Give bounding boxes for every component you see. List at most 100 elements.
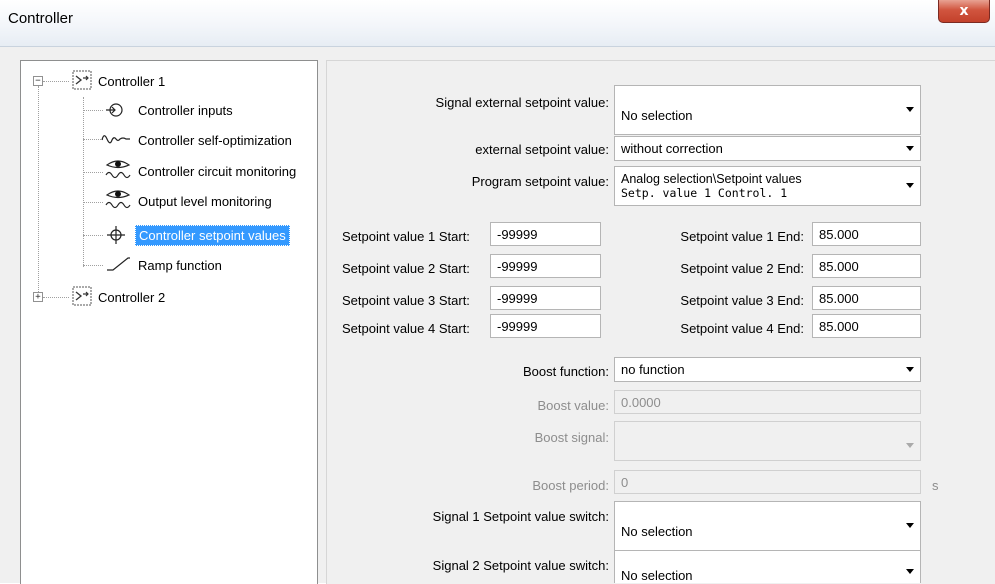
input-value: 0	[621, 474, 629, 490]
tree-item-circuit-monitoring[interactable]: Controller circuit monitoring	[135, 159, 299, 183]
select-value-line2: Setp. value 1 Control. 1	[621, 186, 788, 200]
boost-function-select[interactable]: no function	[614, 357, 921, 382]
title-bar: Controller x	[0, 0, 995, 47]
window-title: Controller	[8, 10, 74, 27]
input-value: -99999	[497, 318, 538, 334]
setpoint1-end-label: Setpoint value 1 End:	[680, 229, 804, 244]
chevron-down-icon	[906, 107, 914, 112]
signal1-setpoint-switch-label: Signal 1 Setpoint value switch:	[432, 509, 609, 524]
tree-connector	[83, 202, 103, 203]
tree-connector	[83, 235, 103, 236]
tree-connector	[43, 297, 69, 298]
boost-value-label: Boost value:	[537, 398, 609, 413]
setpoint2-start-input[interactable]: -99999	[490, 254, 601, 278]
chevron-down-icon	[906, 523, 914, 528]
tree-item-controller-inputs[interactable]: Controller inputs	[135, 98, 236, 122]
external-setpoint-label: external setpoint value:	[475, 142, 609, 157]
tree-item-ramp-function[interactable]: Ramp function	[135, 253, 225, 277]
collapse-controller1-toggle[interactable]: −	[33, 76, 43, 86]
boost-period-unit: s	[932, 478, 939, 493]
tree-connector	[83, 139, 103, 140]
input-value: -99999	[497, 258, 538, 274]
tree-item-controller1[interactable]: Controller 1	[95, 69, 168, 93]
input-value: 85.000	[819, 318, 859, 334]
setpoint2-start-label: Setpoint value 2 Start:	[342, 261, 470, 276]
tree-connector	[83, 110, 103, 111]
boost-value-input[interactable]: 0.0000	[614, 390, 921, 414]
select-value: No selection	[621, 523, 693, 539]
controller-icon	[72, 70, 92, 90]
boost-period-input[interactable]: 0	[614, 470, 921, 494]
select-value: no function	[621, 362, 685, 377]
tree-item-label: Controller inputs	[138, 102, 233, 118]
setpoint4-start-label: Setpoint value 4 Start:	[342, 321, 470, 336]
select-value-line1: Analog selection\Setpoint values	[621, 172, 802, 186]
setpoint3-end-input[interactable]: 85.000	[812, 286, 921, 310]
signal-external-setpoint-select[interactable]: No selection	[614, 85, 921, 135]
setpoint4-end-input[interactable]: 85.000	[812, 314, 921, 338]
signal2-setpoint-switch-label: Signal 2 Setpoint value switch:	[432, 558, 609, 573]
setpoint3-start-label: Setpoint value 3 Start:	[342, 293, 470, 308]
tree-item-label: Controller circuit monitoring	[138, 163, 297, 179]
boost-function-label: Boost function:	[523, 364, 609, 379]
program-setpoint-label: Program setpoint value:	[471, 174, 609, 189]
ramp-function-icon	[107, 257, 130, 271]
setpoint4-end-label: Setpoint value 4 End:	[680, 321, 804, 336]
setpoint3-start-input[interactable]: -99999	[490, 286, 601, 310]
chevron-down-icon	[906, 145, 914, 151]
signal1-setpoint-switch-select[interactable]: No selection	[614, 501, 921, 551]
tree-item-label: Ramp function	[138, 257, 222, 273]
controller-inputs-icon	[106, 103, 123, 117]
setpoint3-end-label: Setpoint value 3 End:	[680, 293, 804, 308]
tree-connector	[83, 97, 84, 267]
tree-item-label: Controller 2	[98, 289, 166, 305]
tree-item-label: Controller setpoint values	[135, 224, 290, 246]
self-optimization-icon	[101, 135, 130, 144]
setpoint1-start-label: Setpoint value 1 Start:	[342, 229, 470, 244]
tree-item-label: Controller self-optimization	[138, 132, 292, 148]
boost-signal-label: Boost signal:	[534, 430, 609, 445]
setpoint1-start-input[interactable]: -99999	[490, 222, 601, 246]
tree-item-setpoint-values[interactable]: Controller setpoint values	[135, 223, 290, 247]
tree-connector	[83, 265, 103, 266]
boost-signal-select[interactable]	[614, 421, 921, 461]
minus-icon: −	[35, 76, 41, 86]
input-value: -99999	[497, 226, 538, 242]
input-value: 85.000	[819, 258, 859, 274]
tree-connector	[43, 81, 69, 82]
tree-connector	[83, 172, 103, 173]
tree-item-self-optimization[interactable]: Controller self-optimization	[135, 128, 295, 152]
setpoint2-end-input[interactable]: 85.000	[812, 254, 921, 278]
chevron-down-icon	[906, 183, 914, 188]
tree-item-label: Controller 1	[98, 73, 166, 89]
controller-icon	[72, 286, 92, 306]
input-value: 85.000	[819, 290, 859, 306]
program-setpoint-select[interactable]: Analog selection\Setpoint values Setp. v…	[614, 166, 921, 206]
input-value: 0.0000	[621, 394, 661, 410]
tree-connector	[38, 86, 39, 296]
chevron-down-icon	[906, 443, 914, 448]
setpoint-values-icon	[107, 226, 125, 244]
input-value: 85.000	[819, 226, 859, 242]
circuit-monitoring-icon	[105, 160, 131, 179]
setpoint2-end-label: Setpoint value 2 End:	[680, 261, 804, 276]
navigation-tree[interactable]: − Controller 1 Controller inputs Control…	[20, 60, 318, 584]
close-icon: x	[959, 3, 969, 19]
tree-item-label: Output level monitoring	[138, 193, 272, 209]
tree-item-output-monitoring[interactable]: Output level monitoring	[135, 189, 275, 213]
select-value: No selection	[621, 568, 693, 583]
boost-period-label: Boost period:	[532, 478, 609, 493]
output-monitoring-icon	[105, 190, 131, 209]
select-value: without correction	[621, 141, 723, 156]
external-setpoint-select[interactable]: without correction	[614, 136, 921, 161]
select-value: No selection	[621, 107, 693, 123]
chevron-down-icon	[906, 366, 914, 372]
setpoint4-start-input[interactable]: -99999	[490, 314, 601, 338]
signal2-setpoint-switch-select[interactable]: No selection	[614, 550, 921, 583]
setpoint1-end-input[interactable]: 85.000	[812, 222, 921, 246]
chevron-down-icon	[906, 569, 914, 574]
expand-controller2-toggle[interactable]: +	[33, 292, 43, 302]
tree-item-controller2[interactable]: Controller 2	[95, 285, 168, 309]
plus-icon: +	[35, 292, 41, 302]
close-button[interactable]: x	[938, 0, 990, 23]
